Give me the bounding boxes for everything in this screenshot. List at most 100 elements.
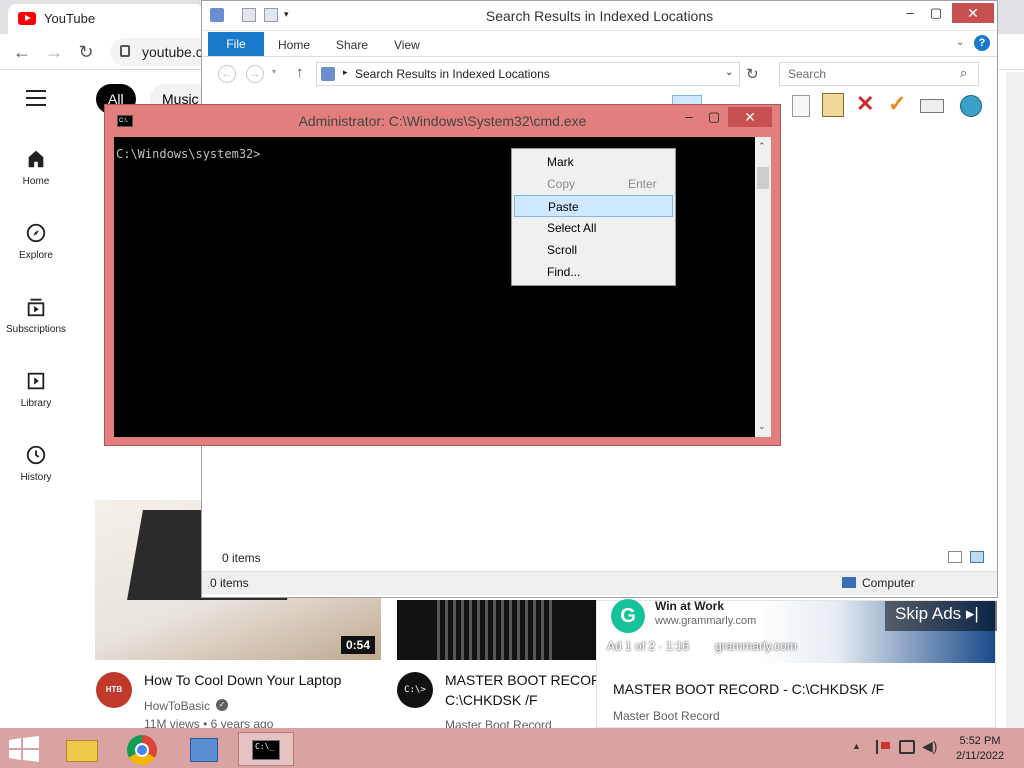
maximize-icon[interactable]: ▢	[702, 109, 726, 127]
menu-item-find[interactable]: Find...	[514, 261, 673, 283]
ad-site[interactable]: www.grammarly.com	[655, 615, 756, 627]
taskbar-control-panel[interactable]	[176, 732, 232, 766]
cmd-titlebar[interactable]: C:\. Administrator: C:\Windows\System32\…	[105, 105, 780, 135]
recent-dropdown-icon[interactable]: ▾	[272, 67, 276, 76]
video-title-line2[interactable]: C:\CHKDSK /F	[445, 692, 538, 708]
minimize-icon[interactable]: –	[898, 5, 922, 23]
folder-icon	[66, 740, 98, 762]
reload-icon[interactable]: ↻	[76, 42, 96, 62]
forward-arrow-icon[interactable]: →	[44, 42, 64, 62]
menu-item-paste[interactable]: Paste	[514, 195, 673, 217]
skip-ads-button[interactable]: Skip Ads ▸|	[885, 601, 997, 631]
menu-hamburger-icon[interactable]	[26, 90, 46, 106]
checkmark-icon[interactable]: ✓	[888, 91, 906, 117]
menu-item-copy[interactable]: Copy Enter	[514, 173, 673, 195]
network-icon[interactable]	[899, 740, 915, 754]
back-icon[interactable]: ←	[218, 65, 236, 83]
scroll-down-icon[interactable]: ⌄	[758, 421, 766, 432]
action-center-flag-icon[interactable]	[876, 740, 890, 754]
cmd-icon: C:\_	[252, 740, 280, 760]
browser-tab[interactable]: YouTube	[8, 4, 203, 34]
sidebar-label: Subscriptions	[5, 324, 67, 335]
sidebar-item-explore[interactable]: Explore	[0, 222, 72, 261]
forward-icon[interactable]: →	[246, 65, 264, 83]
items-count: 0 items	[222, 551, 261, 565]
youtube-logo-icon	[18, 12, 36, 25]
taskbar-chrome[interactable]	[114, 732, 170, 766]
grammarly-logo-icon: G	[611, 599, 645, 633]
explorer-titlebar[interactable]: ▾ Search Results in Indexed Locations – …	[202, 1, 997, 31]
menu-label: Select All	[547, 221, 597, 235]
start-button[interactable]	[0, 730, 46, 768]
chrome-icon	[127, 735, 157, 765]
control-panel-icon	[190, 738, 218, 762]
copy-icon[interactable]	[792, 95, 810, 117]
close-icon[interactable]: ✕	[728, 107, 772, 127]
refresh-icon[interactable]: ↻	[746, 65, 759, 83]
delete-icon[interactable]: ✕	[856, 91, 874, 117]
close-icon[interactable]: ✕	[952, 3, 994, 23]
back-arrow-icon[interactable]: ←	[12, 42, 32, 62]
help-icon[interactable]: ?	[974, 35, 990, 51]
tab-home[interactable]: Home	[278, 38, 310, 52]
sidebar-item-subscriptions[interactable]: Subscriptions	[0, 296, 72, 335]
status-location-label: Computer	[862, 576, 915, 590]
console-scrollbar[interactable]: ⌃ ⌄	[755, 137, 771, 437]
history-icon	[26, 445, 46, 465]
ad-domain[interactable]: grammarly.com	[715, 639, 797, 653]
up-arrow-icon[interactable]: ↑	[296, 64, 304, 81]
ribbon-expand-icon[interactable]: ⌄	[956, 37, 964, 48]
taskbar-file-explorer[interactable]	[54, 732, 110, 766]
sidebar-label: Explore	[19, 250, 53, 261]
video-thumbnail[interactable]	[397, 600, 597, 660]
compass-icon	[26, 223, 46, 243]
address-dropdown-icon[interactable]: ⌄	[725, 67, 733, 78]
video-title[interactable]: How To Cool Down Your Laptop	[144, 672, 341, 688]
clock-time: 5:52 PM	[959, 735, 1001, 747]
menu-label: Paste	[548, 200, 579, 214]
page-scrollbar-track	[1006, 72, 1024, 728]
menu-accelerator: Enter	[628, 177, 657, 191]
lock-icon	[120, 45, 130, 57]
ad-card[interactable]: G Win at Work www.grammarly.com Ad 1 of …	[596, 599, 997, 728]
tab-file[interactable]: File	[208, 32, 264, 56]
scroll-thumb[interactable]	[757, 167, 769, 189]
address-bar-row: ← → ▾ ↑ ▸ Search Results in Indexed Loca…	[202, 59, 997, 89]
show-hidden-icons[interactable]: ▲	[852, 741, 861, 751]
search-input[interactable]: Search ⌕	[779, 62, 979, 86]
search-location-icon	[321, 67, 335, 81]
menu-label: Mark	[547, 155, 574, 169]
search-icon: ⌕	[960, 65, 968, 80]
maximize-icon[interactable]: ▢	[924, 5, 948, 23]
scroll-up-icon[interactable]: ⌃	[758, 141, 766, 152]
ribbon-tabs: File Home Share View ⌄ ?	[202, 31, 997, 57]
volume-icon[interactable]: ◀)	[922, 738, 937, 755]
breadcrumb-chevron-icon[interactable]: ▸	[343, 67, 348, 78]
globe-icon[interactable]	[960, 95, 982, 117]
status-location: Computer	[842, 576, 915, 590]
channel-name[interactable]: HowToBasic	[144, 699, 210, 713]
channel-avatar[interactable]: C:\>	[397, 672, 433, 708]
channel-name[interactable]: Master Boot Record	[613, 709, 720, 723]
sidebar-item-library[interactable]: Library	[0, 370, 72, 409]
taskbar-clock[interactable]: 5:52 PM 2/11/2022	[940, 734, 1020, 764]
large-icons-view-icon[interactable]	[970, 551, 984, 563]
rename-icon[interactable]	[920, 99, 944, 113]
channel-avatar[interactable]: HTB	[96, 672, 132, 708]
taskbar-cmd[interactable]: C:\_	[238, 732, 294, 766]
tab-view[interactable]: View	[394, 38, 420, 52]
sidebar-item-history[interactable]: History	[0, 444, 72, 483]
tab-share[interactable]: Share	[336, 38, 368, 52]
menu-item-select-all[interactable]: Select All	[514, 217, 673, 239]
menu-label: Find...	[547, 265, 581, 279]
video-title[interactable]: MASTER BOOT RECORD - C:\CHKDSK /F	[613, 681, 884, 697]
video-title[interactable]: MASTER BOOT RECORD	[445, 672, 611, 688]
menu-item-mark[interactable]: Mark	[514, 151, 673, 173]
details-view-icon[interactable]	[948, 551, 962, 563]
sidebar-item-home[interactable]: Home	[0, 148, 72, 187]
menu-item-scroll[interactable]: Scroll	[514, 239, 673, 261]
address-box[interactable]: ▸ Search Results in Indexed Locations ⌄	[316, 62, 740, 86]
paste-icon[interactable]	[822, 93, 844, 117]
menu-label: Scroll	[547, 243, 578, 257]
minimize-icon[interactable]: –	[677, 109, 701, 127]
